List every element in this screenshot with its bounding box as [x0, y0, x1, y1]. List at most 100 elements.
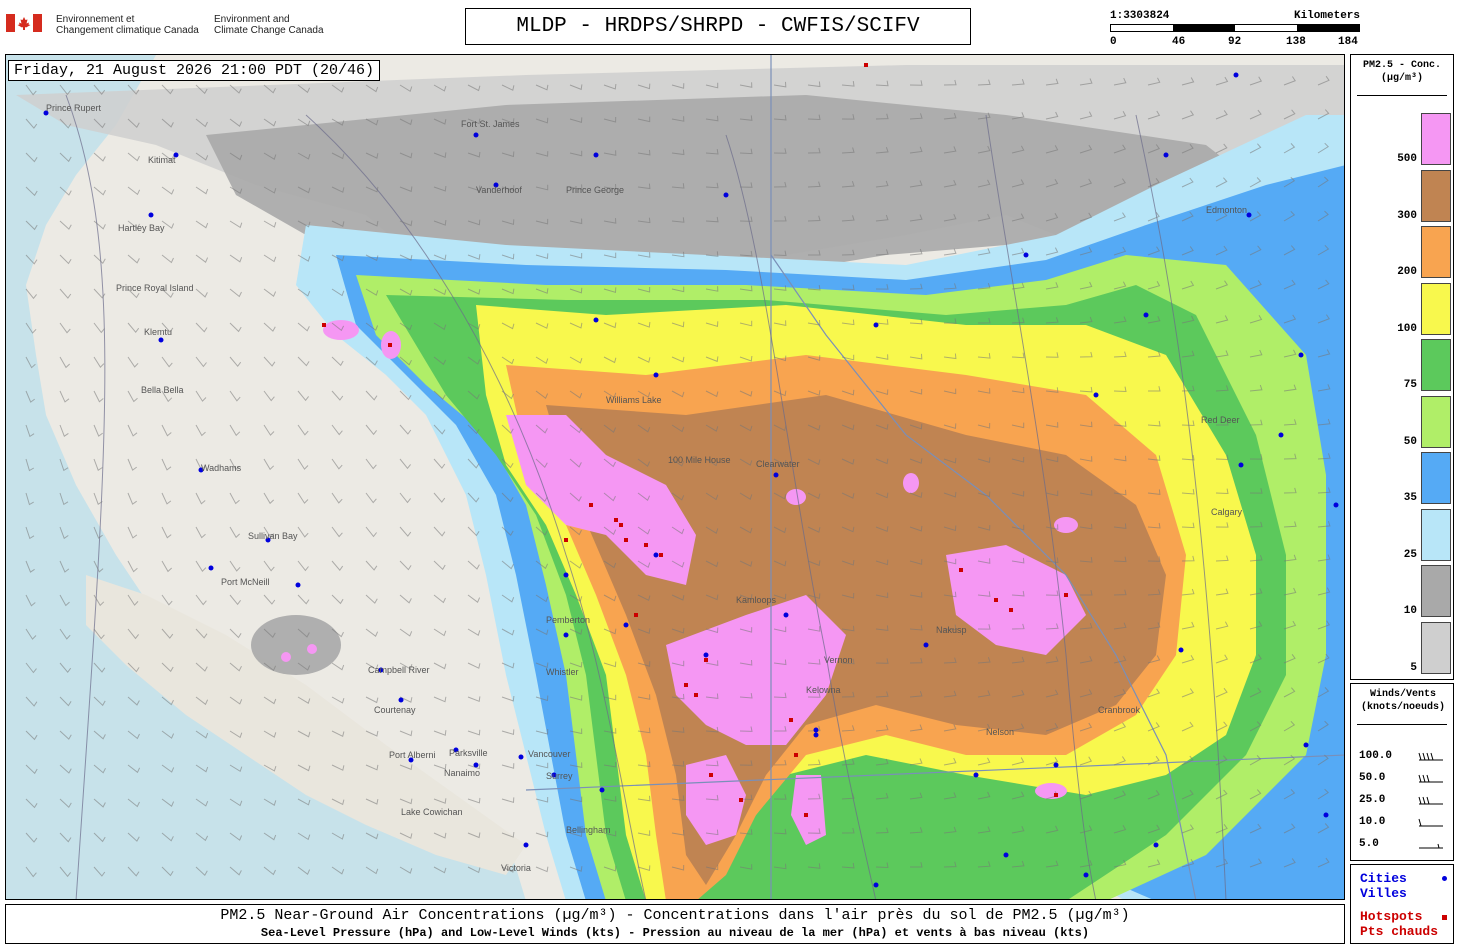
- city-marker: [599, 787, 605, 793]
- pm25-swatch: [1421, 339, 1451, 391]
- city-marker: [773, 472, 779, 478]
- cities-label-fr: Villes: [1360, 886, 1407, 901]
- department-name-fr-line2: Changement climatique Canada: [56, 25, 199, 36]
- wind-legend: Winds/Vents (knots/noeuds) 100.0 50.0 25.0…: [1350, 683, 1454, 861]
- place-label: Calgary: [1211, 507, 1243, 517]
- city-marker: [1303, 742, 1309, 748]
- pm-10-zone: [251, 615, 341, 675]
- scale-tick: 92: [1228, 36, 1242, 48]
- city-marker: [473, 762, 479, 768]
- pm25-swatch: [1421, 113, 1451, 165]
- caption-line-2: Sea-Level Pressure (hPa) and Low-Level W…: [260, 926, 1090, 940]
- city-marker: [623, 622, 629, 628]
- place-label: Red Deer: [1201, 415, 1240, 425]
- scale-ratio: 1:3303824: [1110, 10, 1170, 22]
- pm25-level-label: 35: [1403, 492, 1417, 504]
- caption-line-1: PM2.5 Near-Ground Air Concentrations (µg…: [220, 907, 1130, 924]
- wind-speed-label: 10.0: [1359, 816, 1386, 828]
- pm25-level-label: 75: [1403, 379, 1417, 391]
- wind-legend-row: 10.0: [1357, 814, 1449, 832]
- hotspot-marker: [789, 718, 793, 722]
- pm25-legend-title-line: PM2.5 - Conc.: [1362, 60, 1441, 71]
- city-marker: [295, 582, 301, 588]
- scale-tick: 0: [1110, 36, 1117, 48]
- scale-tick: 46: [1172, 36, 1186, 48]
- place-label: Port McNeill: [221, 577, 270, 587]
- hotspot-marker: [694, 693, 698, 697]
- city-marker: [783, 612, 789, 618]
- pm-500-zone: [281, 652, 291, 662]
- government-wordmark: Environnement et Changement climatique C…: [6, 12, 326, 38]
- scale-tick: 184: [1338, 36, 1358, 48]
- wind-legend-row: 25.0: [1357, 792, 1449, 810]
- city-marker: [473, 132, 479, 138]
- wind-legend-units: (knots/noeuds): [1360, 702, 1445, 713]
- place-label: Wadhams: [201, 463, 242, 473]
- hotspot-marker: [589, 503, 593, 507]
- place-label: Port Alberni: [389, 750, 436, 760]
- wind-legend-row: 5.0: [1357, 836, 1449, 854]
- city-marker: [398, 697, 404, 703]
- place-label: Victoria: [501, 863, 531, 873]
- place-label: Prince Royal Island: [116, 283, 194, 293]
- place-label: Clearwater: [756, 459, 800, 469]
- department-name-en-line1: Environment and: [214, 14, 290, 25]
- pm25-level-label: 300: [1397, 209, 1417, 222]
- markers-legend: Cities Villes Hotspots Pts chauds: [1350, 864, 1454, 944]
- place-label: Bellingham: [566, 825, 611, 835]
- pm-500-zone: [786, 489, 806, 505]
- city-marker: [1023, 252, 1029, 258]
- hotspot-marker: [709, 773, 713, 777]
- place-label: Kamloops: [736, 595, 777, 605]
- pm25-level-label: 50: [1403, 435, 1417, 448]
- legend-divider: [1357, 724, 1447, 725]
- pm25-swatch: [1421, 452, 1451, 504]
- department-name-en-line2: Climate Change Canada: [214, 25, 324, 36]
- scale-bar-graphic: [1110, 24, 1360, 32]
- pm25-level-label: 10: [1403, 605, 1417, 617]
- place-label: Whistler: [546, 667, 579, 677]
- pm-500-zone: [307, 644, 317, 654]
- place-label: Cranbrook: [1098, 705, 1141, 715]
- place-label: Courtenay: [374, 705, 416, 715]
- pm-500-zone: [1035, 783, 1067, 799]
- pm25-level-label: 25: [1403, 548, 1417, 561]
- city-marker: [208, 565, 214, 571]
- hotspot-marker: [864, 63, 868, 67]
- city-marker: [158, 337, 164, 343]
- place-label: Vernon: [824, 655, 853, 665]
- hotspot-marker: [644, 543, 648, 547]
- hotspots-label-fr: Pts chauds: [1360, 924, 1439, 939]
- smoke-forecast-map[interactable]: Prince Rupert Kitimat Hartley Bay Prince…: [5, 54, 1345, 900]
- wind-speed-label: 100.0: [1359, 750, 1393, 762]
- hotspot-square-icon: [1442, 915, 1447, 920]
- pm25-legend: PM2.5 - Conc. (µg/m³) 500 300 200 100 75 50 35…: [1350, 54, 1454, 680]
- hotspot-marker: [994, 598, 998, 602]
- pm25-swatch: [1421, 282, 1451, 335]
- hotspot-marker: [564, 538, 568, 542]
- scale-tick: 138: [1286, 36, 1306, 48]
- map-title: MLDP - HRDPS/SHRPD - CWFIS/SCIFV: [465, 8, 971, 45]
- place-label: Nelson: [986, 727, 1015, 737]
- wind-speed-label: 25.0: [1359, 794, 1386, 806]
- scale-bar: 1:3303824 Kilometers 0 46 92 138 184: [1108, 10, 1360, 50]
- pm25-swatch: [1421, 565, 1451, 617]
- wind-legend-title: Winds/Vents (knots/noeuds): [1353, 688, 1453, 714]
- city-marker: [1238, 462, 1244, 468]
- place-label: Williams Lake: [606, 395, 662, 405]
- hotspot-marker: [804, 813, 808, 817]
- city-marker: [148, 212, 154, 218]
- map-caption: PM2.5 Near-Ground Air Concentrations (µg…: [5, 904, 1345, 944]
- place-label: Nakusp: [936, 625, 967, 635]
- city-marker: [1333, 502, 1339, 508]
- city-marker: [923, 642, 929, 648]
- city-marker: [653, 372, 659, 378]
- hotspot-marker: [634, 613, 638, 617]
- place-label: Hartley Bay: [118, 223, 165, 233]
- pm25-swatch: [1421, 395, 1451, 448]
- hotspot-marker: [1054, 793, 1058, 797]
- pm25-level-label: 500: [1397, 153, 1417, 165]
- city-marker: [973, 772, 979, 778]
- place-label: Bella Bella: [141, 385, 184, 395]
- scale-unit: Kilometers: [1293, 10, 1360, 22]
